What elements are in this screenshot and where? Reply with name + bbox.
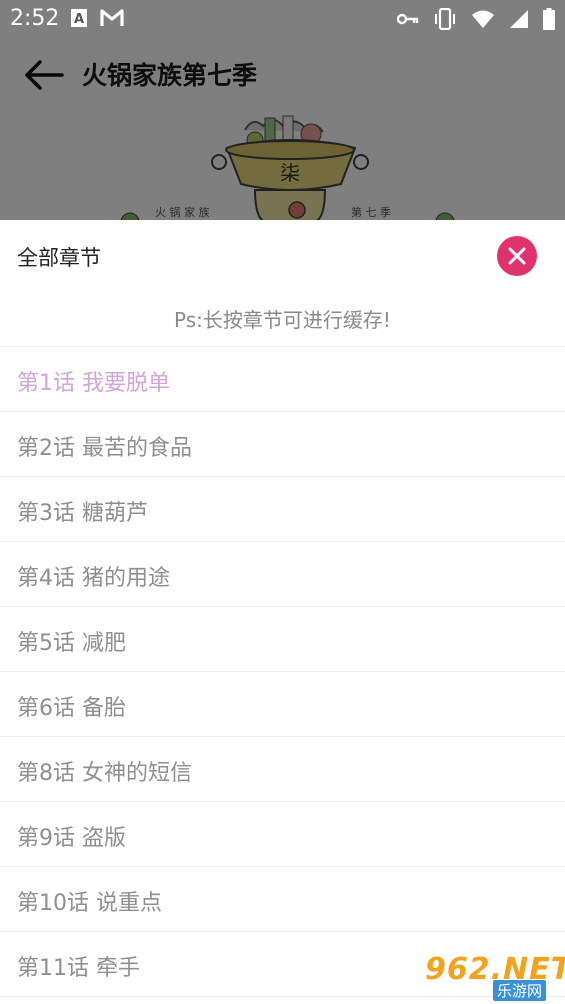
- chapter-label: 第2话 最苦的食品: [17, 436, 192, 461]
- site-watermark: 962.NET 乐游网: [425, 950, 565, 1001]
- font-a-icon: A: [71, 9, 87, 27]
- svg-text:A: A: [74, 12, 84, 27]
- chapter-item[interactable]: 第5话 减肥: [0, 607, 565, 672]
- chapter-label: 第9话 盗版: [17, 826, 126, 851]
- chapter-item[interactable]: 第10话 说重点: [0, 867, 565, 932]
- status-time: 2:52: [10, 6, 60, 31]
- status-bar: 2:52 A: [0, 0, 565, 38]
- sheet-title: 全部章节: [17, 246, 101, 270]
- battery-icon: [543, 8, 555, 30]
- chapter-label: 第11话 牵手: [17, 956, 140, 981]
- chapter-label: 第6话 备胎: [17, 696, 126, 721]
- vpn-key-icon: [397, 13, 419, 25]
- chapter-label: 第3话 糖葫芦: [17, 501, 148, 526]
- chapter-item[interactable]: 第6话 备胎: [0, 672, 565, 737]
- chapter-item[interactable]: 第1话 我要脱单: [0, 347, 565, 412]
- sheet-header: 全部章节: [0, 220, 565, 292]
- chapter-item[interactable]: 第2话 最苦的食品: [0, 412, 565, 477]
- chapter-item[interactable]: 第8话 女神的短信: [0, 737, 565, 802]
- chapter-label: 第8话 女神的短信: [17, 761, 192, 786]
- chapter-label: 第4话 猪的用途: [17, 566, 170, 591]
- signal-icon: [510, 10, 528, 28]
- chapter-label: 第1话 我要脱单: [17, 371, 170, 396]
- chapter-label: 第5话 减肥: [17, 631, 126, 656]
- chapter-item[interactable]: 第9话 盗版: [0, 802, 565, 867]
- gmail-m-icon: [100, 9, 124, 26]
- chapter-label: 第10话 说重点: [17, 891, 162, 916]
- close-button[interactable]: [497, 236, 537, 276]
- wifi-icon: [472, 10, 494, 28]
- cache-hint: Ps:长按章节可进行缓存!: [174, 308, 391, 332]
- chapter-list: 第1话 我要脱单 第2话 最苦的食品 第3话 糖葫芦 第4话 猪的用途 第5话 减肥 第6…: [0, 346, 565, 997]
- chapter-sheet: 全部章节 Ps:长按章节可进行缓存! 第1话 我要脱单 第2话 最苦的食品 第3话 …: [0, 220, 565, 1004]
- close-icon: [508, 247, 526, 265]
- chapter-item[interactable]: 第3话 糖葫芦: [0, 477, 565, 542]
- watermark-site-name: 乐游网: [493, 980, 547, 1001]
- chapter-item[interactable]: 第4话 猪的用途: [0, 542, 565, 607]
- vibrate-icon: [435, 8, 455, 30]
